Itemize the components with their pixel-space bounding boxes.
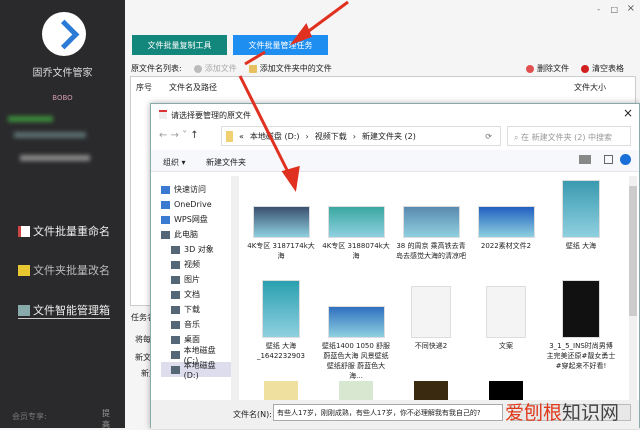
arrow-to-add-file [244,50,266,66]
arrow-head [289,22,312,46]
arrow-head [281,165,300,192]
annotation-arrows [238,0,349,192]
arrow-to-files [238,75,294,181]
